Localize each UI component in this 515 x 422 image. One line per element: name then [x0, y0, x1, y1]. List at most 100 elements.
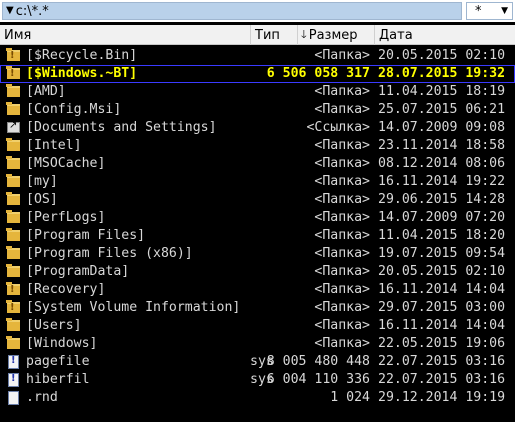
file-date: 20.05.2015 02:10	[378, 48, 506, 63]
column-type[interactable]: Тип	[251, 25, 298, 45]
file-size: <Папка>	[314, 264, 370, 279]
file-date: 29.12.2014 19:19	[378, 390, 506, 405]
file-name: [MSOCache]	[26, 156, 106, 171]
file-date: 22.07.2015 03:16	[378, 354, 506, 369]
table-row[interactable]: [ProgramData] <Папка> 20.05.2015 02:10	[0, 263, 515, 281]
system-file-icon	[8, 373, 19, 387]
file-size: 6 506 058 317	[266, 66, 370, 81]
file-name: [$Windows.~BT]	[26, 66, 138, 81]
file-date: 16.11.2014 14:04	[378, 282, 506, 297]
table-row[interactable]: [PerfLogs] <Папка> 14.07.2009 07:20	[0, 209, 515, 227]
table-row[interactable]: [Users] <Папка> 16.11.2014 14:04	[0, 317, 515, 335]
file-date: 19.07.2015 09:54	[378, 246, 506, 261]
table-row[interactable]: [OS] <Папка> 29.06.2015 14:28	[0, 191, 515, 209]
file-name: [Intel]	[26, 138, 82, 153]
table-row[interactable]: [Program Files] <Папка> 11.04.2015 18:20	[0, 227, 515, 245]
table-row[interactable]: [AMD] <Папка> 11.04.2015 18:19	[0, 83, 515, 101]
column-size[interactable]: 🡓 Размер	[298, 25, 375, 45]
file-date: 22.05.2015 19:06	[378, 336, 506, 351]
table-row[interactable]: [Windows] <Папка> 22.05.2015 19:06	[0, 335, 515, 353]
file-name: [PerfLogs]	[26, 210, 106, 225]
file-size: <Ссылка>	[306, 120, 370, 135]
folder-icon	[6, 84, 20, 97]
file-name: [ProgramData]	[26, 264, 130, 279]
file-date: 16.11.2014 14:04	[378, 318, 506, 333]
table-row[interactable]: [Intel] <Папка> 23.11.2014 18:58	[0, 137, 515, 155]
file-date: 14.07.2009 09:08	[378, 120, 506, 135]
path-bar: ▼ c:\*.* * ▼	[0, 0, 515, 22]
folder-icon	[6, 210, 20, 223]
table-row[interactable]: [my] <Папка> 16.11.2014 19:22	[0, 173, 515, 191]
folder-lock-icon	[6, 48, 20, 61]
column-date[interactable]: Дата	[375, 25, 515, 45]
table-row[interactable]: hiberfil sys 6 004 110 336 22.07.2015 03…	[0, 371, 515, 389]
link-icon	[7, 120, 20, 133]
file-date: 25.07.2015 06:21	[378, 102, 506, 117]
folder-icon	[6, 174, 20, 187]
file-name: [Program Files]	[26, 228, 146, 243]
folder-icon	[6, 102, 20, 115]
folder-icon	[6, 138, 20, 151]
path-text: c:\*.*	[15, 3, 49, 19]
file-size: 8 005 480 448	[266, 354, 370, 369]
table-row[interactable]: [MSOCache] <Папка> 08.12.2014 08:06	[0, 155, 515, 173]
file-name: [$Recycle.Bin]	[26, 48, 138, 63]
file-size: <Папка>	[314, 300, 370, 315]
table-row-selected[interactable]: [$Windows.~BT] 6 506 058 317 28.07.2015 …	[0, 65, 515, 83]
file-date: 29.07.2015 03:00	[378, 300, 506, 315]
file-date: 29.06.2015 14:28	[378, 192, 506, 207]
column-name-label: Имя	[4, 27, 32, 43]
file-icon	[8, 391, 19, 405]
file-size: <Папка>	[314, 282, 370, 297]
file-name: .rnd	[26, 390, 58, 405]
file-name: hiberfil	[26, 372, 90, 387]
column-date-label: Дата	[379, 27, 413, 43]
table-row[interactable]: .rnd 1 024 29.12.2014 19:19	[0, 389, 515, 407]
folder-icon	[6, 156, 20, 169]
file-name: [Config.Msi]	[26, 102, 122, 117]
file-size: <Папка>	[314, 174, 370, 189]
file-date: 22.07.2015 03:16	[378, 372, 506, 387]
file-date: 28.07.2015 19:32	[378, 66, 506, 81]
filter-text: *	[475, 3, 482, 19]
column-header: Имя Тип 🡓 Размер Дата	[0, 25, 515, 45]
file-size: <Папка>	[314, 84, 370, 99]
file-list: [$Recycle.Bin] <Папка> 20.05.2015 02:10 …	[0, 47, 515, 407]
dropdown-arrow-icon[interactable]: ▼	[6, 6, 14, 16]
table-row[interactable]: [System Volume Information] <Папка> 29.0…	[0, 299, 515, 317]
column-size-label: Размер	[308, 27, 358, 43]
column-type-label: Тип	[255, 27, 280, 43]
filter-dropdown[interactable]: * ▼	[466, 2, 513, 20]
file-name: [AMD]	[26, 84, 66, 99]
file-name: [Users]	[26, 318, 82, 333]
file-date: 16.11.2014 19:22	[378, 174, 506, 189]
path-dropdown[interactable]: ▼ c:\*.*	[2, 2, 462, 20]
file-size: 6 004 110 336	[266, 372, 370, 387]
column-name[interactable]: Имя	[0, 25, 251, 45]
file-name: [OS]	[26, 192, 58, 207]
file-date: 08.12.2014 08:06	[378, 156, 506, 171]
table-row[interactable]: [Program Files (x86)] <Папка> 19.07.2015…	[0, 245, 515, 263]
table-row[interactable]: [Recovery] <Папка> 16.11.2014 14:04	[0, 281, 515, 299]
file-name: [Windows]	[26, 336, 98, 351]
file-date: 20.05.2015 02:10	[378, 264, 506, 279]
file-date: 23.11.2014 18:58	[378, 138, 506, 153]
table-row[interactable]: [Documents and Settings] <Ссылка> 14.07.…	[0, 119, 515, 137]
file-size: <Папка>	[314, 138, 370, 153]
file-panel: ▼ c:\*.* * ▼ Имя Тип 🡓Размер Дата [$Recy…	[0, 0, 515, 422]
folder-icon	[6, 264, 20, 277]
folder-lock-icon	[6, 282, 20, 295]
file-size: 1 024	[330, 390, 370, 405]
chevron-down-icon[interactable]: ▼	[501, 6, 508, 16]
file-name: [Documents and Settings]	[26, 120, 217, 135]
file-name: [Program Files (x86)]	[26, 246, 193, 261]
folder-lock-icon	[6, 66, 20, 79]
file-name: pagefile	[26, 354, 90, 369]
file-size: <Папка>	[314, 210, 370, 225]
table-row[interactable]: [Config.Msi] <Папка> 25.07.2015 06:21	[0, 101, 515, 119]
table-row[interactable]: [$Recycle.Bin] <Папка> 20.05.2015 02:10	[0, 47, 515, 65]
file-date: 11.04.2015 18:19	[378, 84, 506, 99]
folder-icon	[6, 336, 20, 349]
folder-icon	[6, 228, 20, 241]
table-row[interactable]: pagefile sys 8 005 480 448 22.07.2015 03…	[0, 353, 515, 371]
